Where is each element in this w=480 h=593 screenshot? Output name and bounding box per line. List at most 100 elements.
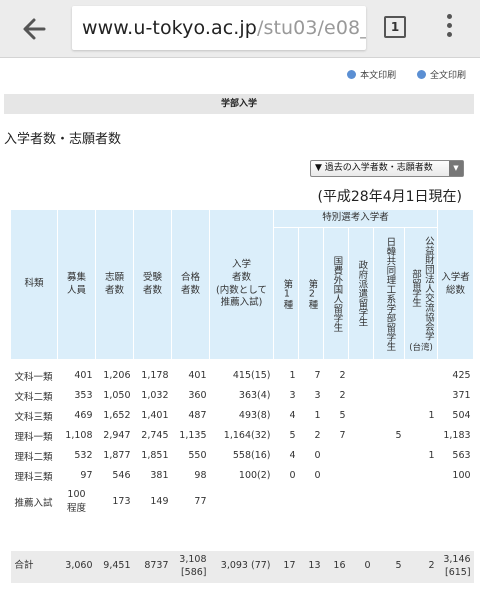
cell-total: 3,146 [615] — [437, 550, 474, 583]
cell-enrolled: 100(2) — [238, 470, 271, 481]
cell-type2: 0 — [314, 470, 321, 481]
cell-empty — [274, 486, 299, 518]
header-type1-text: 第1種 — [281, 278, 293, 309]
cell-govt-foreign: 16 — [323, 550, 349, 583]
full-print-link[interactable]: 全文印刷 — [416, 70, 466, 81]
cell-passed: 401 — [188, 370, 207, 381]
cell-govt-foreign — [324, 446, 349, 466]
header-enrolled-text: 入学者数 — [231, 258, 251, 283]
url-path: /stu03/e08_ — [256, 17, 366, 39]
header-type2: 第2種 — [298, 227, 324, 360]
back-arrow-icon[interactable] — [18, 12, 52, 46]
enrollment-table: 科類 募集人員 志願者数 受験者数 合格者数 入学者数 (内数として推薦入試) … — [10, 209, 475, 583]
cell-passed: 98 — [194, 470, 207, 481]
cell-examinees: 1,032 — [141, 390, 169, 401]
cell-passed-line2: [586] — [180, 566, 207, 578]
header-foundation-text: 公益財団法人交流協会学部留学生 — [410, 235, 434, 341]
cell-type1: 4 — [289, 450, 296, 461]
cell-total: 425 — [452, 370, 471, 381]
cell-foundation — [405, 366, 438, 386]
cell-total-line1: 3,146 — [443, 554, 471, 566]
cell-govt-dispatched — [349, 386, 374, 406]
overflow-menu-icon[interactable] — [444, 14, 454, 42]
cell-applicants: 1,206 — [103, 370, 131, 381]
cell-category: 文科一類 — [14, 371, 53, 383]
cell-examinees: 1,851 — [141, 450, 169, 461]
cell-category: 文科三類 — [14, 411, 53, 423]
header-foundation-note: (台湾) — [409, 342, 433, 353]
table-body: 文科一類 401 1,206 1,178 401 415(15) 1 7 2 425 文科二類 353… — [10, 360, 474, 583]
print-icon — [416, 70, 426, 79]
cell-quota: 469 — [74, 410, 93, 421]
cell-examinees: 1,401 — [141, 410, 169, 421]
header-quota-text: 募集人員 — [66, 271, 86, 296]
table-row-total: 合計 3,060 9,451 8737 3,108 [586] 3,093 (77) 17 13… — [10, 550, 474, 583]
header-enrolled: 入学者数 (内数として推薦入試) — [209, 209, 274, 360]
cell-category: 推薦入試 — [14, 497, 53, 509]
cell-empty — [299, 486, 324, 518]
header-govt-foreign: 国費外国人留学生 — [323, 227, 349, 360]
cell-empty — [405, 486, 438, 518]
cell-category: 理科三類 — [14, 471, 53, 483]
cell-jk: 5 — [373, 550, 405, 583]
cell-foundation: 1 — [428, 450, 435, 461]
cell-type2: 3 — [314, 390, 321, 401]
table-row: 文科二類 353 1,050 1,032 360 363(4) 3 3 2 371 — [11, 386, 474, 406]
cell-quota: 401 — [74, 370, 93, 381]
header-passed-text: 合格者数 — [180, 271, 200, 296]
header-applicants-text: 志願者数 — [104, 271, 124, 296]
cell-passed: 77 — [194, 496, 207, 507]
cell-total: 563 — [452, 450, 471, 461]
cell-enrolled: 363(4) — [238, 390, 271, 401]
cell-type1: 4 — [289, 410, 296, 421]
cell-enrolled: 415(15) — [232, 370, 271, 381]
header-govt-dispatched-text: 政府派遣留学生 — [356, 260, 368, 327]
cell-enrolled: 558(16) — [232, 450, 271, 461]
cell-govt-foreign — [324, 466, 349, 486]
table-row: 理科二類 532 1,877 1,851 550 558(16) 4 0 1 563 — [11, 446, 474, 466]
cell-quota: 353 — [74, 390, 93, 401]
cell-passed: 550 — [188, 450, 207, 461]
body-print-link[interactable]: 本文印刷 — [347, 70, 396, 81]
section-title: 学部入学 — [4, 94, 474, 114]
cell-foundation — [405, 386, 438, 406]
header-type2-text: 第2種 — [306, 278, 318, 309]
header-examinees: 受験者数 — [133, 209, 172, 360]
cell-quota: 97 — [80, 470, 93, 481]
cell-empty — [324, 486, 349, 518]
table-row: 文科三類 469 1,652 1,401 487 493(8) 4 1 5 1 504 — [11, 406, 474, 426]
header-category: 科類 — [10, 209, 58, 360]
cell-jk — [374, 406, 405, 426]
address-bar[interactable]: www.u-tokyo.ac.jp/stu03/e08_ — [72, 6, 366, 50]
cell-enrolled: 3,093 (77) — [209, 550, 274, 583]
cell-examinees: 381 — [150, 470, 169, 481]
url-text: www.u-tokyo.ac.jp/stu03/e08_ — [82, 17, 366, 39]
cell-type2: 7 — [314, 370, 321, 381]
header-govt-foreign-text: 国費外国人留学生 — [331, 255, 343, 332]
cell-type2: 13 — [298, 550, 324, 583]
cell-govt-foreign: 5 — [339, 410, 346, 421]
cell-type1: 0 — [289, 470, 296, 481]
cell-enrolled: 1,164(32) — [223, 430, 271, 441]
cell-jk — [374, 446, 405, 466]
cell-jk: 5 — [395, 430, 402, 441]
cell-examinees: 2,745 — [141, 430, 169, 441]
cell-quota: 1,108 — [65, 430, 93, 441]
cell-govt-foreign: 7 — [339, 430, 346, 441]
cell-examinees: 1,178 — [141, 370, 169, 381]
cell-jk — [374, 366, 405, 386]
cell-total: 371 — [452, 390, 471, 401]
cell-applicants: 546 — [112, 470, 131, 481]
cell-category: 合計 — [10, 550, 58, 583]
cell-passed-line1: 3,108 — [179, 554, 207, 566]
cell-applicants: 9,451 — [95, 550, 134, 583]
table-row: 理科一類 1,108 2,947 2,745 1,135 1,164(32) 5 2 7 5 1,1… — [11, 426, 474, 446]
cell-govt-dispatched — [349, 426, 374, 446]
past-data-dropdown[interactable]: ▼ 過去の入学者数・志願者数 ▼ — [310, 160, 464, 177]
header-passed: 合格者数 — [171, 209, 210, 360]
cell-passed: 1,135 — [179, 430, 207, 441]
cell-empty — [349, 486, 374, 518]
cell-quota: 3,060 — [57, 550, 96, 583]
tab-switcher-button[interactable]: 1 — [384, 16, 406, 38]
cell-jk — [374, 386, 405, 406]
